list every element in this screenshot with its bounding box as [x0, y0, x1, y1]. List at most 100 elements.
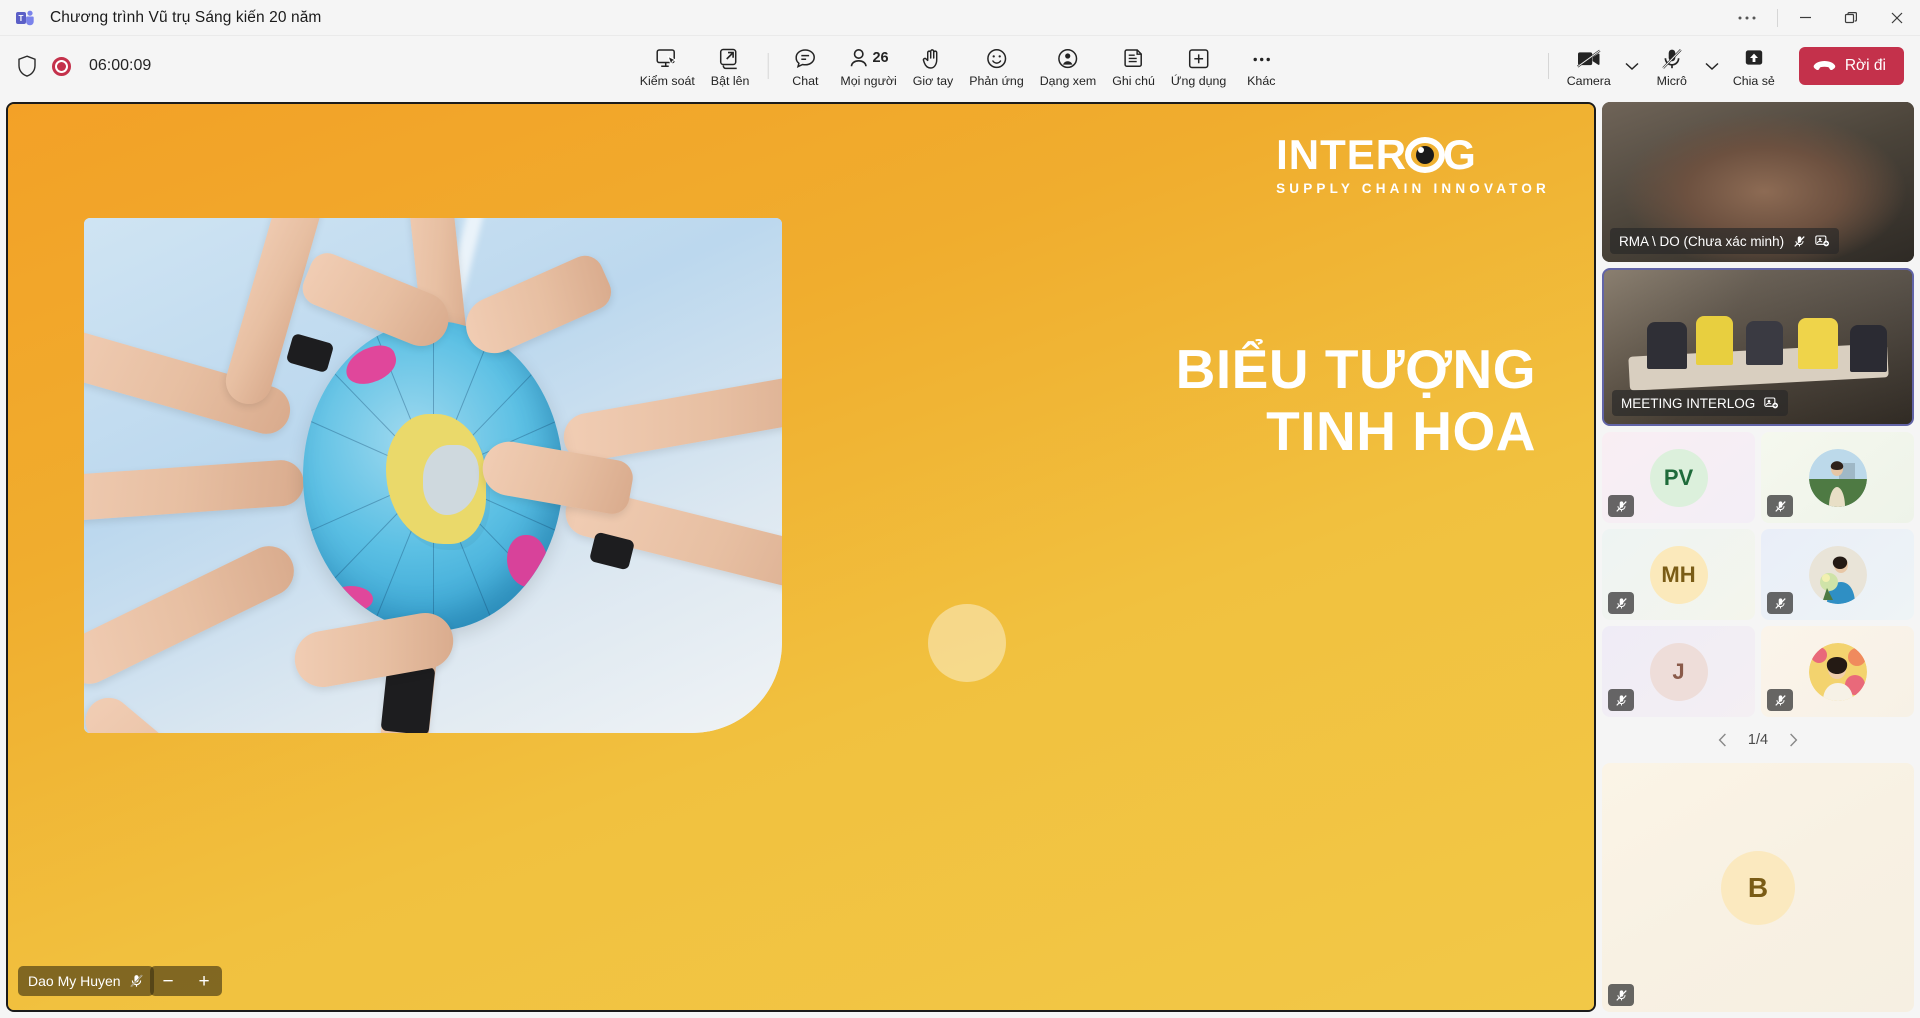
logo-wordmark: INTER G [1276, 134, 1550, 176]
leave-button[interactable]: Rời đi [1798, 47, 1904, 85]
recording-dot-icon[interactable] [52, 56, 71, 76]
camera-chevron-down-icon[interactable] [1619, 43, 1645, 89]
avatar-initials: B [1747, 871, 1769, 903]
mic-label: Micrô [1656, 74, 1687, 88]
ellipsis-icon [1249, 45, 1273, 71]
mic-off-icon [1660, 45, 1684, 71]
zoom-controls: − + [150, 966, 222, 996]
interlog-logo: INTER G SUPPLY CHAIN INNOVATOR [1276, 134, 1550, 197]
pin-video-icon[interactable] [1815, 234, 1830, 248]
minimize-button[interactable] [1782, 0, 1828, 36]
participants-pager: 1/4 [1602, 723, 1914, 757]
mic-off-icon [1767, 495, 1793, 517]
close-button[interactable] [1874, 0, 1920, 36]
avatar-photo-woman-smiling [1808, 642, 1867, 701]
toolbar-item-people[interactable]: 26 Mọi người [832, 42, 904, 90]
mic-button[interactable]: Micrô [1645, 42, 1699, 90]
mic-off-icon [1767, 592, 1793, 614]
monitor-cursor-icon [654, 45, 680, 71]
logo-eye-icon [1405, 135, 1446, 175]
toolbar-left-group: 06:00:09 [16, 54, 151, 78]
slide-title-line2: TINH HOA [1266, 399, 1536, 462]
participant-name: RMA \ DO (Chưa xác minh) [1619, 233, 1785, 249]
presenter-name: Dao My Huyen [28, 973, 121, 989]
participant-tile-mh[interactable]: MH [1602, 529, 1755, 620]
mic-chevron-down-icon[interactable] [1699, 43, 1725, 89]
pager-label: 1/4 [1747, 732, 1769, 748]
toolbar-item-label: Ứng dụng [1170, 74, 1227, 88]
logo-tagline: SUPPLY CHAIN INNOVATOR [1276, 181, 1550, 196]
participants-grid: PV MH J [1602, 432, 1914, 717]
participant-name: MEETING INTERLOG [1621, 395, 1756, 411]
participants-rail: RMA \ DO (Chưa xác minh) MEETING INTERLO… [1602, 102, 1914, 1012]
toolbar-item-label: Phản ứng [969, 74, 1024, 88]
logo-text-left: INTER [1276, 131, 1408, 178]
svg-text:T: T [19, 14, 24, 23]
slide-photo-hands-globe [84, 218, 782, 733]
zoom-in-button[interactable]: + [186, 966, 222, 996]
slide-title-line1: BIỂU TƯỢNG [1175, 338, 1536, 400]
logo-text-right: G [1443, 131, 1477, 178]
pop-out-icon [718, 45, 742, 71]
toolbar-item-reactions[interactable]: Phản ứng [961, 42, 1031, 90]
slide-title: BIỂU TƯỢNG TINH HOA [1016, 338, 1536, 462]
shield-icon[interactable] [16, 54, 38, 78]
meeting-body: INTER G SUPPLY CHAIN INNOVATOR BIỂU TƯỢN… [0, 96, 1920, 1018]
shared-content-stage[interactable]: INTER G SUPPLY CHAIN INNOVATOR BIỂU TƯỢN… [6, 102, 1596, 1012]
restore-button[interactable] [1828, 0, 1874, 36]
toolbar-item-chat[interactable]: Chat [778, 42, 832, 90]
toolbar-center-group: Kiểm soát Bật lên Chat 26 Mọi người Giơ … [632, 36, 1289, 96]
toolbar-divider-right [1547, 53, 1549, 79]
avatar-initials: MH [1661, 561, 1696, 587]
participant-tile-photo-3[interactable] [1761, 626, 1914, 717]
mic-off-icon [1608, 984, 1634, 1006]
chevron-right-icon[interactable] [1782, 729, 1804, 751]
zoom-out-button[interactable]: − [150, 966, 186, 996]
toolbar-item-label: Giơ tay [912, 74, 954, 88]
mic-off-icon [129, 973, 144, 989]
toolbar-item-more[interactable]: Khác [1234, 42, 1288, 90]
camera-button[interactable]: Camera [1559, 42, 1619, 90]
toolbar-item-notes[interactable]: Ghi chú [1104, 42, 1163, 90]
window-more-button[interactable] [1721, 0, 1773, 36]
share-button[interactable]: Chia sẻ [1725, 42, 1783, 90]
camera-label: Camera [1566, 74, 1611, 88]
notes-icon [1123, 45, 1145, 71]
chat-bubble-icon [793, 45, 818, 71]
toolbar-item-label: Ghi chú [1112, 74, 1155, 88]
chevron-left-icon[interactable] [1712, 729, 1734, 751]
view-person-icon [1056, 45, 1080, 71]
mic-off-icon [1608, 689, 1634, 711]
meeting-timer: 06:00:09 [89, 57, 152, 74]
video-tile-meeting-interlog[interactable]: MEETING INTERLOG [1602, 268, 1914, 426]
participant-tile-pv[interactable]: PV [1602, 432, 1755, 523]
smiley-icon [984, 45, 1008, 71]
toolbar-item-label: Mọi người [840, 74, 897, 88]
mic-off-icon [1608, 592, 1634, 614]
avatar: B [1721, 850, 1795, 925]
video-tile-rma-do[interactable]: RMA \ DO (Chưa xác minh) [1602, 102, 1914, 262]
camera-off-icon [1575, 45, 1603, 71]
video-tile-label: RMA \ DO (Chưa xác minh) [1610, 228, 1840, 254]
toolbar-item-view[interactable]: Dạng xem [1032, 42, 1104, 90]
toolbar-item-control[interactable]: Kiểm soát [632, 42, 703, 90]
avatar: J [1649, 642, 1708, 701]
toolbar-item-label: Bật lên [710, 74, 750, 88]
toolbar-item-apps[interactable]: Ứng dụng [1163, 42, 1234, 90]
pin-video-icon[interactable] [1764, 396, 1779, 410]
participant-tile-j[interactable]: J [1602, 626, 1755, 717]
share-screen-icon [1742, 45, 1766, 71]
people-count-badge: 26 [872, 50, 889, 66]
avatar: PV [1649, 448, 1708, 507]
toolbar-divider [767, 53, 769, 79]
teams-logo-icon: T [14, 7, 36, 29]
window-controls-divider [1777, 8, 1778, 27]
participant-tile-photo-1[interactable] [1761, 432, 1914, 523]
mic-off-icon [1793, 234, 1806, 249]
raised-hand-icon [921, 45, 945, 71]
spotlight-tile-b[interactable]: B [1602, 763, 1914, 1012]
toolbar-item-raise-hand[interactable]: Giơ tay [905, 42, 962, 90]
participant-tile-photo-2[interactable] [1761, 529, 1914, 620]
person-icon: 26 [848, 45, 889, 71]
toolbar-item-popout[interactable]: Bật lên [703, 42, 758, 90]
